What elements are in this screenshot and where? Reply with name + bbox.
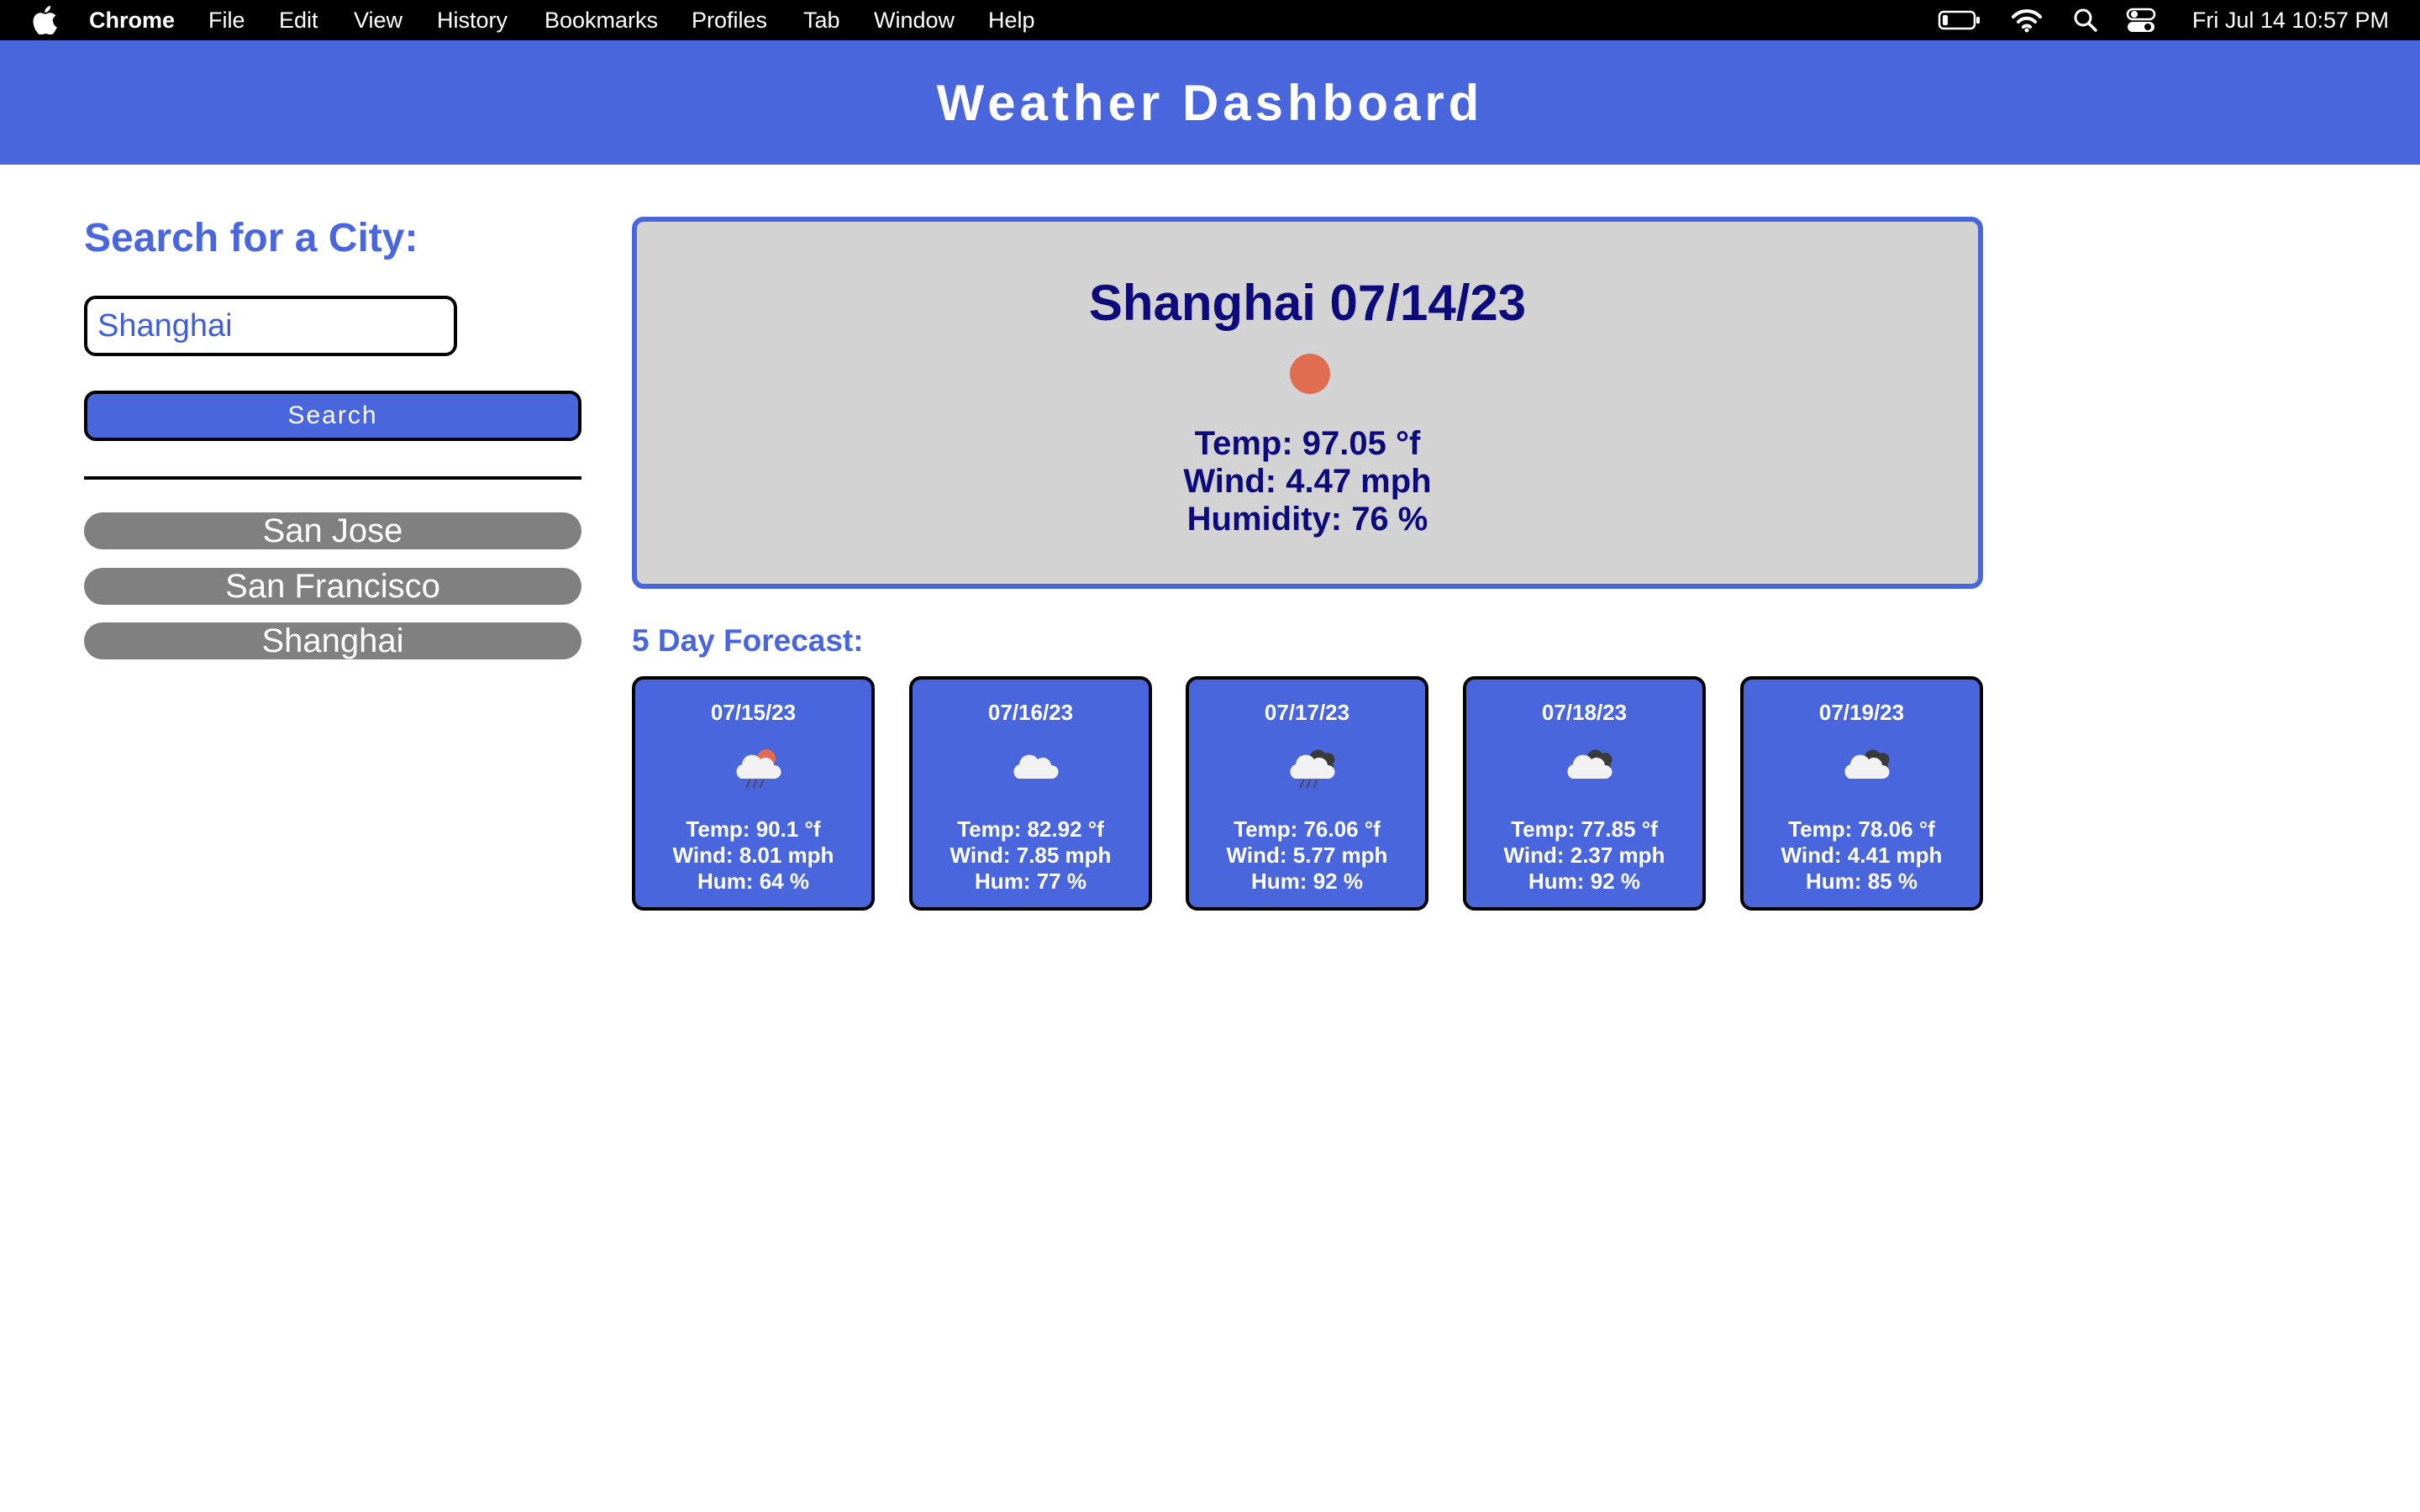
forecast-temp: Temp: 90.1 °f <box>686 816 821 842</box>
forecast-humidity: Hum: 92 % <box>1528 869 1640 894</box>
broken-clouds-icon <box>1839 743 1891 790</box>
forecast-card: 07/19/23 Temp: 78.06 °f Wind: 4.41 mph H… <box>1740 676 1983 911</box>
forecast-temp: Temp: 78.06 °f <box>1788 816 1935 842</box>
current-humidity: Humidity: 76 % <box>1186 501 1428 538</box>
forecast-humidity: Hum: 92 % <box>1251 869 1363 894</box>
menu-file[interactable]: File <box>208 8 245 33</box>
forecast-wind: Wind: 8.01 mph <box>672 843 834 868</box>
cloud-icon <box>1008 743 1060 790</box>
forecast-card: 07/18/23 Temp: 77.85 °f Wind: 2.37 mph H… <box>1463 676 1706 911</box>
forecast-wind: Wind: 4.41 mph <box>1781 843 1943 868</box>
city-search-input[interactable] <box>84 296 457 356</box>
battery-icon[interactable] <box>1938 5 1981 35</box>
forecast-wind: Wind: 2.37 mph <box>1503 843 1665 868</box>
forecast-date: 07/17/23 <box>1264 700 1350 725</box>
forecast-temp: Temp: 82.92 °f <box>957 816 1104 842</box>
forecast-card: 07/15/23 Temp: 90.1 °f Wind: 8.01 mph Hu… <box>632 676 875 911</box>
menu-window[interactable]: Window <box>874 8 955 33</box>
control-center-icon[interactable] <box>2126 5 2156 35</box>
forecast-card: 07/17/23 Temp: 76.06 °f Wind: 5.77 mph H… <box>1186 676 1428 911</box>
forecast-date: 07/15/23 <box>710 700 797 725</box>
search-icon[interactable] <box>2072 5 2099 35</box>
menu-app-name[interactable]: Chrome <box>89 8 175 33</box>
history-button-san-jose[interactable]: San Jose <box>84 512 581 549</box>
menu-profiles[interactable]: Profiles <box>692 8 767 33</box>
forecast-humidity: Hum: 85 % <box>1806 869 1918 894</box>
forecast-wind: Wind: 7.85 mph <box>950 843 1112 868</box>
current-wind: Wind: 4.47 mph <box>1183 463 1432 500</box>
apple-logo-icon[interactable] <box>32 6 57 34</box>
menu-bookmarks[interactable]: Bookmarks <box>544 8 658 33</box>
history-button-san-francisco[interactable]: San Francisco <box>84 568 581 605</box>
forecast-card: 07/16/23 Temp: 82.92 °f Wind: 7.85 mph H… <box>909 676 1152 911</box>
forecast-heading: 5 Day Forecast: <box>632 623 864 658</box>
menu-history[interactable]: History <box>437 8 508 33</box>
forecast-wind: Wind: 5.77 mph <box>1226 843 1388 868</box>
forecast-humidity: Hum: 64 % <box>697 869 809 894</box>
menu-tab[interactable]: Tab <box>803 8 840 33</box>
current-temp: Temp: 97.05 °f <box>1194 425 1421 462</box>
forecast-date: 07/18/23 <box>1541 700 1628 725</box>
forecast-humidity: Hum: 77 % <box>975 869 1086 894</box>
app-header: Weather Dashboard <box>0 40 2420 165</box>
search-heading: Search for a City: <box>84 216 418 260</box>
forecast-temp: Temp: 77.85 °f <box>1511 816 1658 842</box>
menu-bar-clock[interactable]: Fri Jul 14 10:57 PM <box>2192 8 2389 33</box>
forecast-date: 07/16/23 <box>987 700 1074 725</box>
menu-edit[interactable]: Edit <box>279 8 318 33</box>
current-city-date: Shanghai 07/14/23 <box>1088 275 1527 331</box>
rain-cloud-icon <box>1285 743 1337 790</box>
forecast-date: 07/19/23 <box>1818 700 1905 725</box>
clear-sky-sun-icon <box>1290 354 1330 394</box>
macos-menu-bar: Chrome File Edit View History Bookmarks … <box>0 0 2420 40</box>
rain-sun-icon <box>731 749 783 790</box>
broken-clouds-icon <box>1562 743 1614 790</box>
forecast-temp: Temp: 76.06 °f <box>1234 816 1381 842</box>
menu-help[interactable]: Help <box>988 8 1035 33</box>
history-button-shanghai[interactable]: Shanghai <box>84 622 581 659</box>
wifi-icon[interactable] <box>2010 5 2044 35</box>
search-button[interactable]: Search <box>84 391 581 441</box>
divider <box>84 476 581 480</box>
current-weather-card: Shanghai 07/14/23 Temp: 97.05 °f Wind: 4… <box>632 217 1983 589</box>
page-title: Weather Dashboard <box>936 74 1484 131</box>
menu-view[interactable]: View <box>354 8 402 33</box>
